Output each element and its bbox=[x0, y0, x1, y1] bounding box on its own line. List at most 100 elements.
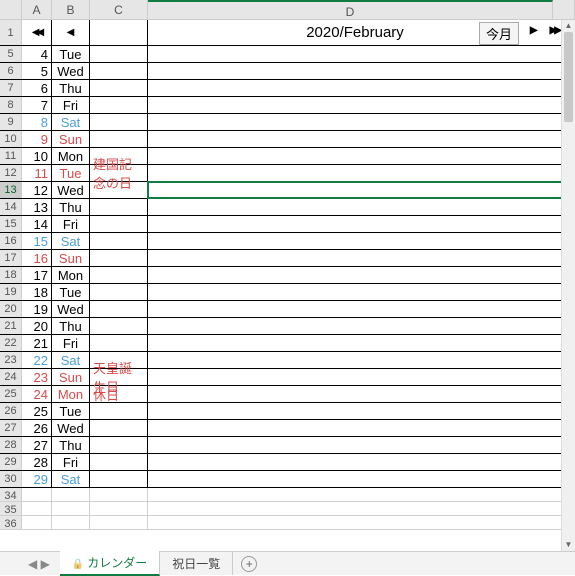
day-number[interactable]: 11 bbox=[22, 165, 52, 181]
tab-calendar[interactable]: カレンダー bbox=[60, 551, 160, 576]
event-cell[interactable] bbox=[148, 131, 563, 147]
day-number[interactable]: 7 bbox=[22, 97, 52, 113]
day-of-week[interactable]: Mon bbox=[52, 386, 90, 402]
row-head[interactable]: 13 bbox=[0, 182, 22, 198]
row-head[interactable]: 11 bbox=[0, 148, 22, 164]
col-B[interactable]: B bbox=[52, 0, 90, 19]
event-cell[interactable] bbox=[148, 352, 563, 368]
row-head[interactable]: 29 bbox=[0, 454, 22, 470]
row-head[interactable]: 36 bbox=[0, 516, 22, 529]
nav-next-year[interactable]: ▶▶ bbox=[550, 25, 559, 36]
day-number[interactable]: 27 bbox=[22, 437, 52, 453]
day-number[interactable]: 16 bbox=[22, 250, 52, 266]
row-head[interactable]: 8 bbox=[0, 97, 22, 113]
row-head-1[interactable]: 1 bbox=[0, 20, 22, 45]
event-cell[interactable] bbox=[148, 182, 563, 198]
day-number[interactable]: 23 bbox=[22, 369, 52, 385]
holiday-name[interactable] bbox=[90, 97, 148, 113]
day-number[interactable]: 21 bbox=[22, 335, 52, 351]
row-head[interactable]: 10 bbox=[0, 131, 22, 147]
row-head[interactable]: 21 bbox=[0, 318, 22, 334]
day-number[interactable]: 22 bbox=[22, 352, 52, 368]
day-of-week[interactable]: Tue bbox=[52, 165, 90, 181]
day-number[interactable]: 25 bbox=[22, 403, 52, 419]
vertical-scrollbar[interactable]: ▲ ▼ bbox=[561, 20, 575, 551]
today-button[interactable]: 今月 bbox=[479, 22, 519, 45]
day-of-week[interactable]: Wed bbox=[52, 63, 90, 79]
event-cell[interactable] bbox=[148, 369, 563, 385]
scroll-up-icon[interactable]: ▲ bbox=[562, 20, 575, 32]
event-cell[interactable] bbox=[148, 97, 563, 113]
day-number[interactable]: 29 bbox=[22, 471, 52, 487]
day-of-week[interactable]: Sun bbox=[52, 369, 90, 385]
row-head[interactable]: 23 bbox=[0, 352, 22, 368]
day-number[interactable]: 18 bbox=[22, 284, 52, 300]
day-of-week[interactable]: Sat bbox=[52, 471, 90, 487]
row-head[interactable]: 15 bbox=[0, 216, 22, 232]
day-of-week[interactable]: Thu bbox=[52, 437, 90, 453]
day-of-week[interactable]: Sun bbox=[52, 131, 90, 147]
day-number[interactable]: 17 bbox=[22, 267, 52, 283]
add-sheet-button[interactable]: + bbox=[241, 556, 257, 572]
row-head[interactable]: 18 bbox=[0, 267, 22, 283]
day-number[interactable]: 6 bbox=[22, 80, 52, 96]
day-number[interactable]: 8 bbox=[22, 114, 52, 130]
event-cell[interactable] bbox=[148, 267, 563, 283]
tab-nav[interactable]: ◀ ▶ bbox=[28, 557, 50, 571]
day-of-week[interactable]: Sat bbox=[52, 114, 90, 130]
event-cell[interactable] bbox=[148, 250, 563, 266]
holiday-name[interactable]: 建国記念の日 bbox=[90, 165, 148, 181]
day-of-week[interactable]: Tue bbox=[52, 284, 90, 300]
holiday-name[interactable]: 天皇誕生日 bbox=[90, 369, 148, 385]
holiday-name[interactable] bbox=[90, 199, 148, 215]
day-of-week[interactable]: Fri bbox=[52, 335, 90, 351]
event-cell[interactable] bbox=[148, 80, 563, 96]
holiday-name[interactable] bbox=[90, 267, 148, 283]
col-C[interactable]: C bbox=[90, 0, 148, 19]
holiday-name[interactable] bbox=[90, 114, 148, 130]
row-head[interactable]: 30 bbox=[0, 471, 22, 487]
day-number[interactable]: 10 bbox=[22, 148, 52, 164]
event-cell[interactable] bbox=[148, 403, 563, 419]
day-number[interactable]: 15 bbox=[22, 233, 52, 249]
day-number[interactable]: 13 bbox=[22, 199, 52, 215]
day-of-week[interactable]: Fri bbox=[52, 216, 90, 232]
event-cell[interactable] bbox=[148, 386, 563, 402]
nav-next-month[interactable]: ▶ bbox=[530, 25, 538, 36]
event-cell[interactable] bbox=[148, 335, 563, 351]
day-of-week[interactable]: Tue bbox=[52, 46, 90, 62]
row-head[interactable]: 16 bbox=[0, 233, 22, 249]
day-of-week[interactable]: Tue bbox=[52, 403, 90, 419]
day-number[interactable]: 20 bbox=[22, 318, 52, 334]
col-A[interactable]: A bbox=[22, 0, 52, 19]
scroll-thumb[interactable] bbox=[564, 32, 573, 122]
holiday-name[interactable] bbox=[90, 63, 148, 79]
event-cell[interactable] bbox=[148, 233, 563, 249]
holiday-name[interactable] bbox=[90, 182, 148, 198]
day-of-week[interactable]: Mon bbox=[52, 148, 90, 164]
event-cell[interactable] bbox=[148, 148, 563, 164]
event-cell[interactable] bbox=[148, 46, 563, 62]
day-of-week[interactable]: Wed bbox=[52, 182, 90, 198]
day-number[interactable]: 5 bbox=[22, 63, 52, 79]
day-of-week[interactable]: Wed bbox=[52, 301, 90, 317]
event-cell[interactable] bbox=[148, 165, 563, 181]
row-head[interactable]: 24 bbox=[0, 369, 22, 385]
holiday-name[interactable] bbox=[90, 46, 148, 62]
row-head[interactable]: 34 bbox=[0, 488, 22, 501]
event-cell[interactable] bbox=[148, 454, 563, 470]
event-cell[interactable] bbox=[148, 114, 563, 130]
row-head[interactable]: 35 bbox=[0, 502, 22, 515]
row-head[interactable]: 20 bbox=[0, 301, 22, 317]
day-of-week[interactable]: Wed bbox=[52, 420, 90, 436]
day-of-week[interactable]: Sat bbox=[52, 352, 90, 368]
row-head[interactable]: 12 bbox=[0, 165, 22, 181]
day-of-week[interactable]: Thu bbox=[52, 199, 90, 215]
day-of-week[interactable]: Mon bbox=[52, 267, 90, 283]
holiday-name[interactable] bbox=[90, 471, 148, 487]
row-head[interactable]: 7 bbox=[0, 80, 22, 96]
row-head[interactable]: 9 bbox=[0, 114, 22, 130]
holiday-name[interactable] bbox=[90, 318, 148, 334]
nav-prev-month[interactable]: ◀ bbox=[52, 20, 90, 45]
row-head[interactable]: 6 bbox=[0, 63, 22, 79]
